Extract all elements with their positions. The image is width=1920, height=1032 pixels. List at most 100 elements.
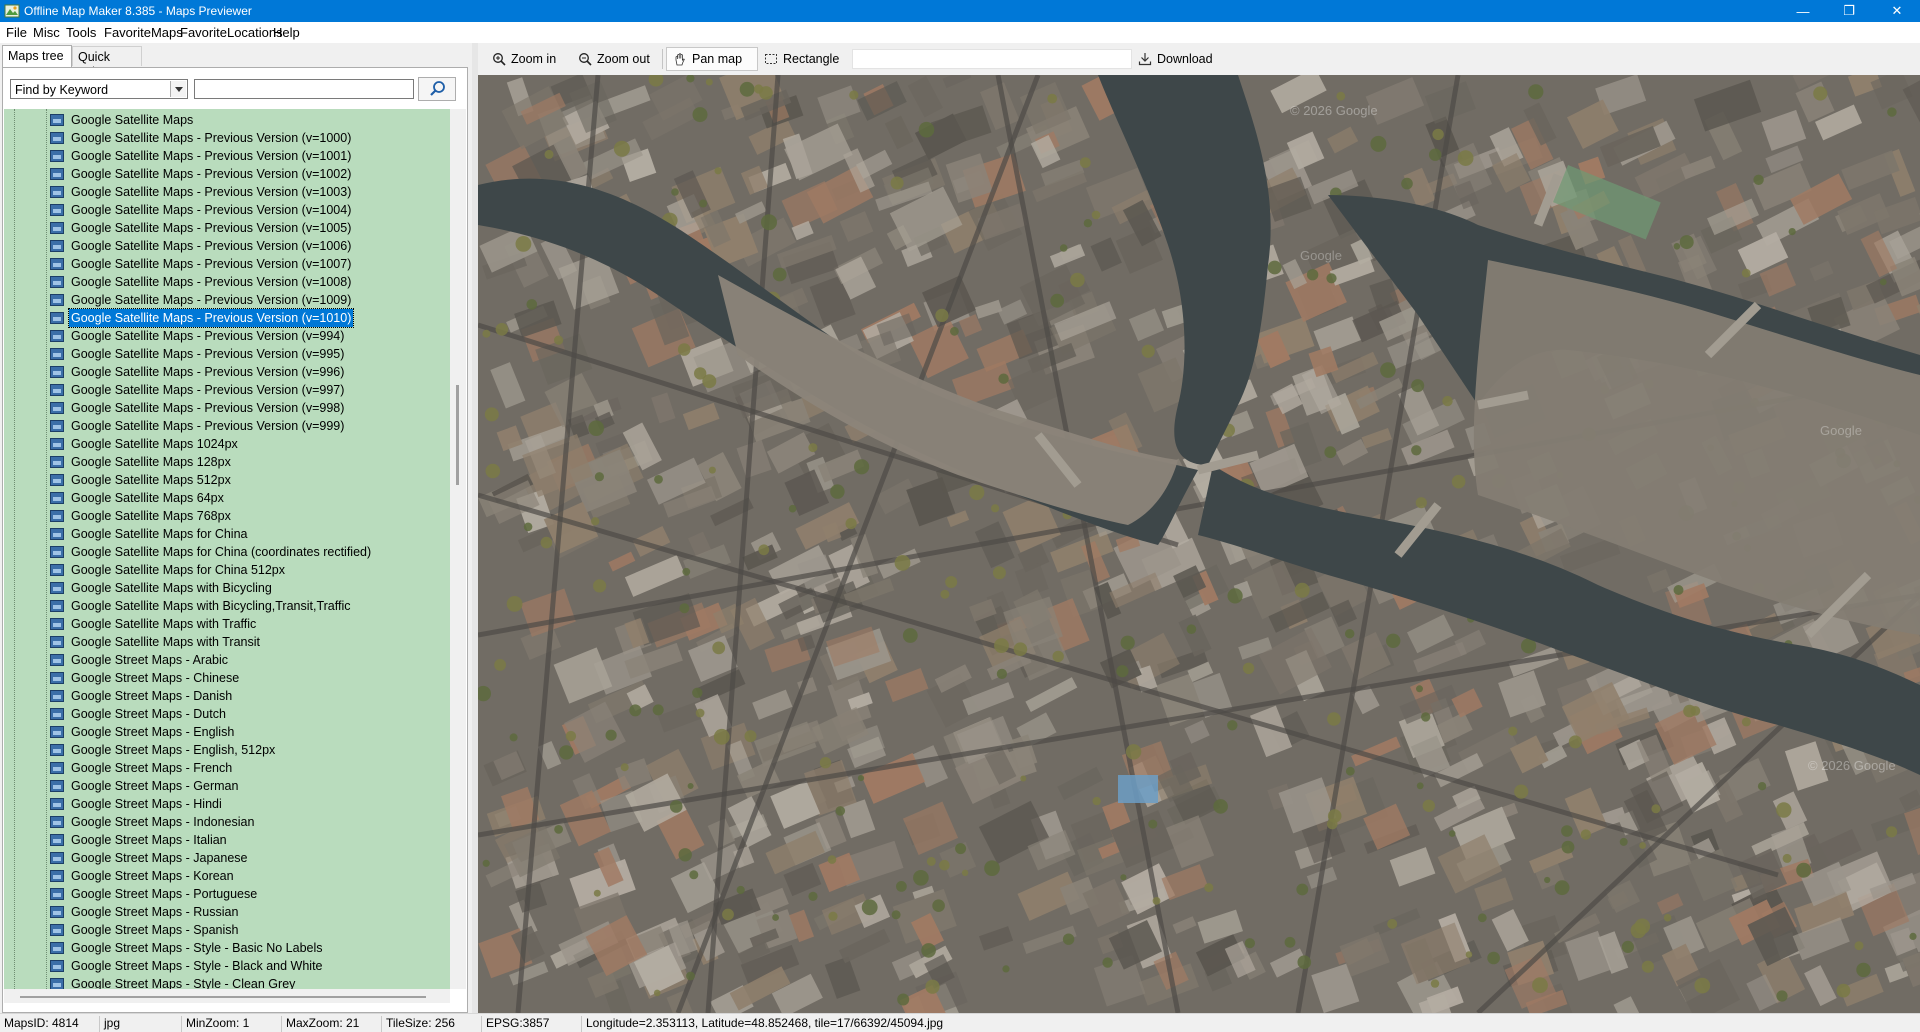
status-epsg: EPSG:3857 [482, 1016, 582, 1032]
tree-canopy [996, 668, 1008, 680]
map-layer-icon [50, 834, 64, 846]
tree-canopy [1186, 624, 1197, 634]
chevron-down-icon[interactable] [170, 81, 186, 97]
menu-help[interactable]: Help [273, 25, 300, 40]
zoom-out-button[interactable]: Zoom out [572, 47, 656, 71]
download-button[interactable]: Download [1132, 47, 1219, 71]
tree-canopy [694, 367, 707, 380]
map-layer-icon [50, 240, 64, 252]
search-input[interactable] [194, 79, 414, 99]
map-layer-icon [50, 168, 64, 180]
tree-canopy [925, 979, 940, 994]
menu-file[interactable]: File [6, 25, 27, 40]
tree-canopy [1448, 830, 1456, 837]
map-layer-icon [50, 870, 64, 882]
tree-canopy [902, 628, 918, 643]
map-layer-icon [50, 708, 64, 720]
satellite-map[interactable] [478, 75, 1920, 1013]
maximize-button[interactable]: ❐ [1826, 0, 1872, 22]
tree-canopy [495, 323, 509, 336]
tree-canopy [1856, 962, 1871, 978]
tree-canopy [1651, 804, 1661, 814]
menu-tools[interactable]: Tools [66, 25, 96, 40]
tree-canopy [544, 149, 554, 159]
map-watermark: Google [1300, 248, 1342, 263]
tree-item-label: Google Satellite Maps - Previous Version… [71, 149, 352, 163]
tab-maps-tree[interactable]: Maps tree [2, 45, 72, 67]
tree-canopy [714, 167, 722, 175]
tree-canopy [605, 729, 617, 741]
tree-canopy [1047, 93, 1058, 104]
zoom-out-icon [579, 53, 592, 66]
tree-canopy [1059, 244, 1068, 252]
tree-item-label: Google Street Maps - French [71, 761, 233, 775]
search-button[interactable] [418, 77, 456, 101]
tree-canopy [1422, 799, 1435, 812]
tree-canopy [945, 576, 958, 588]
tree-vertical-scrollbar[interactable] [450, 109, 466, 989]
status-max-zoom: MaxZoom: 21 [282, 1016, 382, 1032]
scroll-thumb[interactable] [456, 385, 459, 485]
menu-favorite-maps[interactable]: FavoriteMaps [104, 25, 183, 40]
tree-item-label: Google Satellite Maps - Previous Version… [71, 275, 352, 289]
menu-bar: File Misc Tools FavoriteMaps FavoriteLoc… [0, 22, 1920, 43]
map-layer-icon [50, 852, 64, 864]
tree-item-label: Google Street Maps - English [71, 725, 235, 739]
tree-canopy [1568, 735, 1582, 749]
tree-guide-line [46, 109, 48, 989]
map-layer-icon [50, 204, 64, 216]
menu-favorite-locations[interactable]: FavoriteLocations [180, 25, 283, 40]
tree-canopy [1757, 782, 1767, 791]
map-layer-icon [50, 474, 64, 486]
tree-canopy [894, 555, 911, 571]
tree-canopy [992, 566, 1006, 580]
tree-canopy [1451, 474, 1466, 489]
tree-item-label: Google Satellite Maps - Previous Version… [71, 365, 345, 379]
tree-canopy [692, 687, 703, 698]
tree-canopy [1070, 272, 1085, 288]
tree-canopy [1370, 135, 1387, 152]
tree-canopy [857, 775, 865, 782]
minimize-button[interactable]: — [1780, 0, 1826, 22]
zoom-in-button[interactable]: Zoom in [486, 47, 562, 71]
tree-canopy [687, 783, 694, 789]
pan-map-button[interactable]: Pan map [666, 47, 758, 71]
rectangle-button[interactable]: Rectangle [758, 47, 845, 71]
tree-item-label: Google Satellite Maps - Previous Version… [71, 419, 345, 433]
close-button[interactable]: ✕ [1874, 0, 1920, 22]
tree-canopy [1116, 665, 1129, 678]
map-view[interactable] [478, 75, 1920, 1013]
tree-canopy [629, 704, 642, 717]
tree-canopy [849, 90, 859, 100]
tree-canopy [1776, 802, 1792, 818]
tree-canopy [1386, 633, 1401, 648]
tree-item-label: Google Street Maps - Style - Clean Grey [71, 977, 296, 989]
map-layer-icon [50, 582, 64, 594]
maps-tree[interactable]: Google Satellite Maps Google Satellite Ma… [4, 109, 450, 989]
tree-canopy [1508, 726, 1518, 736]
find-mode-select[interactable]: Find by Keyword [10, 79, 188, 99]
tree-item-label: Google Street Maps - Indonesian [71, 815, 255, 829]
map-layer-icon [50, 492, 64, 504]
tree-canopy [1002, 965, 1010, 973]
scroll-thumb[interactable] [20, 996, 426, 998]
tree-canopy [1416, 685, 1423, 693]
map-layer-icon [50, 258, 64, 270]
tree-canopy [940, 589, 950, 599]
tree-canopy [1561, 825, 1573, 837]
tree-canopy [1062, 933, 1075, 945]
tree-canopy [1387, 918, 1398, 929]
tree-canopy [678, 848, 692, 862]
tree-canopy [830, 484, 845, 499]
tree-canopy [526, 299, 538, 310]
tab-quick-goto[interactable]: Quick goto [72, 46, 142, 78]
tree-canopy [861, 899, 878, 916]
tree-canopy [1639, 842, 1646, 849]
tree-canopy [1442, 395, 1453, 407]
tree-item-label: Google Satellite Maps for China (coordin… [71, 545, 372, 559]
menu-misc[interactable]: Misc [33, 25, 60, 40]
tree-horizontal-scrollbar[interactable] [4, 989, 450, 1003]
status-tile-size: TileSize: 256 [382, 1016, 482, 1032]
tree-canopy [1880, 278, 1887, 286]
hand-icon [675, 53, 685, 66]
